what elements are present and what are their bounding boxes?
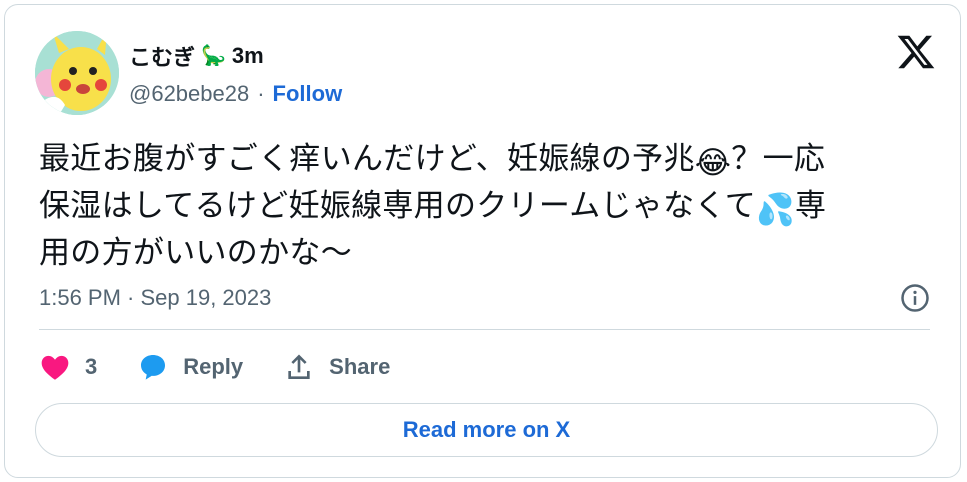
share-button[interactable]: Share [283, 351, 390, 383]
tweet-card: こむぎ 🦕 3m @62bebe28 · Follow 最近お腹がすごく痒いんだけど… [4, 4, 961, 478]
x-logo-icon[interactable] [896, 32, 936, 72]
author-name-row[interactable]: こむぎ 🦕 3m [129, 40, 264, 72]
sweat-droplets-emoji: 💦 [756, 192, 796, 227]
reply-button[interactable]: Reply [137, 351, 243, 383]
tweet-text-segment: 最近お腹がすごく痒いんだけど、妊娠線の予兆 [39, 141, 695, 176]
separator-dot: · [257, 81, 265, 106]
reply-label: Reply [183, 354, 244, 379]
time-ago: 3m [231, 43, 264, 68]
follow-button[interactable]: Follow [273, 81, 343, 107]
reply-bubble-icon [141, 355, 166, 380]
tweet-text: 最近お腹がすごく痒いんだけど、妊娠線の予兆😂？一応 保湿はしてるけど妊娠線専用の… [39, 137, 939, 274]
author-display-name[interactable]: こむぎ [129, 40, 195, 72]
share-label: Share [329, 354, 391, 379]
dinosaur-emoji: 🦕 [201, 45, 226, 67]
author-handle[interactable]: @62bebe28 [129, 81, 249, 107]
like-button[interactable]: 3 [39, 351, 97, 383]
tweet-text-segment: 用の方がいいのかな〜 [39, 235, 352, 270]
read-more-button[interactable]: Read more on X [35, 403, 938, 457]
info-icon[interactable] [900, 283, 930, 313]
author-handle-row: @62bebe28 · Follow [129, 81, 342, 107]
avatar-image [35, 31, 119, 115]
laughing-tears-emoji: 😂 [694, 145, 732, 180]
tweet-text-segment: ？一応 [731, 141, 826, 176]
tweet-actions: 3 Reply Share [39, 351, 430, 383]
divider [39, 329, 930, 330]
avatar[interactable] [35, 31, 119, 115]
tweet-timestamp[interactable]: 1:56 PM · Sep 19, 2023 [39, 285, 271, 311]
like-count: 3 [85, 354, 98, 379]
tweet-text-segment: 専 [795, 188, 827, 223]
tweet-text-segment: 保湿はしてるけど妊娠線専用のクリームじゃなくて [39, 188, 757, 223]
share-icon [288, 354, 310, 379]
heart-icon [41, 355, 69, 380]
